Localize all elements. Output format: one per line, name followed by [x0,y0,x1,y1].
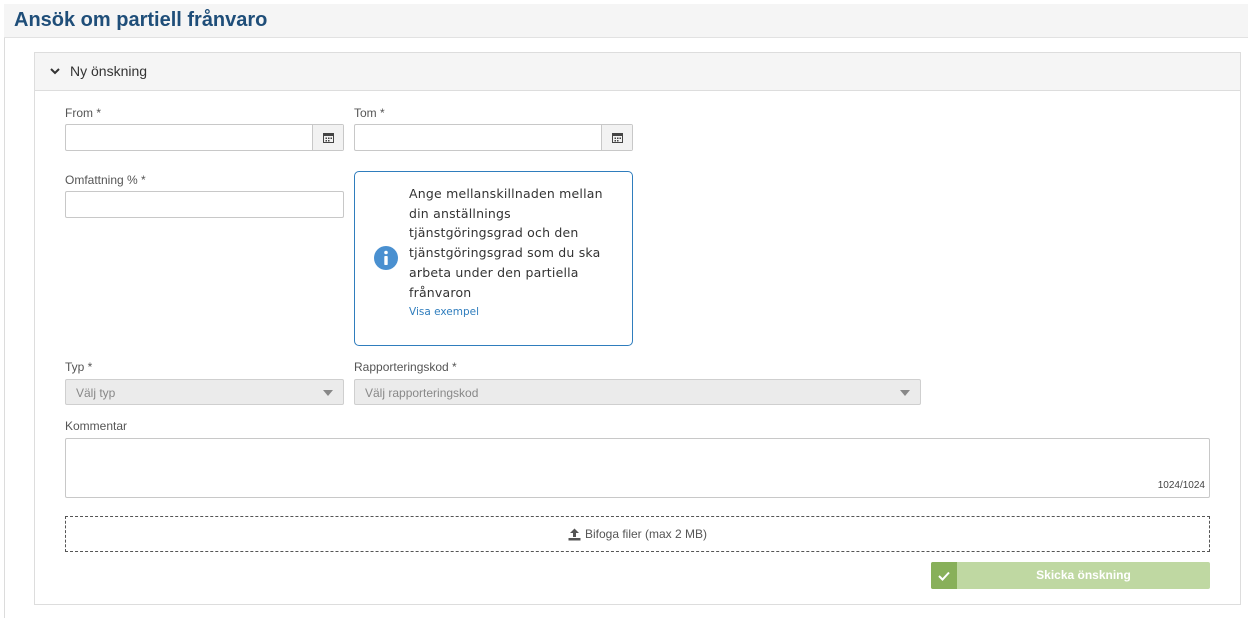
page-header: Ansök om partiell frånvaro [4,4,1248,38]
panel-title: Ny önskning [70,63,148,79]
tom-date-field [354,124,633,151]
page-title: Ansök om partiell frånvaro [14,9,268,31]
caret-down-icon [900,390,910,396]
from-label: From * [65,106,101,120]
typ-select-placeholder: Välj typ [76,386,116,400]
info-icon [374,246,398,270]
attach-files-dropzone[interactable]: Bifoga filer (max 2 MB) [65,516,1210,552]
upload-icon [568,528,581,540]
rapporteringskod-select[interactable]: Välj rapporteringskod [354,379,921,405]
info-box: Ange mellanskillnaden mellan din anställ… [354,171,633,346]
tom-calendar-button[interactable] [601,125,632,150]
attach-files-label: Bifoga filer (max 2 MB) [584,527,708,541]
info-text: Ange mellanskillnaden mellan din anställ… [409,186,603,300]
from-calendar-button[interactable] [312,125,343,150]
calendar-icon [611,133,623,143]
checkmark-icon [931,562,957,589]
rapporteringskod-label: Rapporteringskod * [354,360,457,374]
submit-request-button[interactable]: Skicka önskning [931,562,1210,589]
show-example-link[interactable]: Visa exempel [409,306,479,318]
from-date-input[interactable] [66,125,343,150]
from-date-field [65,124,344,151]
omfattning-input[interactable] [66,192,343,217]
chevron-down-icon [50,68,60,75]
kommentar-textarea[interactable] [66,439,1209,497]
kommentar-label: Kommentar [65,419,128,433]
submit-request-label: Skicka önskning [1036,568,1131,582]
calendar-icon [322,133,334,143]
tom-label: Tom * [354,106,385,120]
rapporteringskod-select-placeholder: Välj rapporteringskod [365,386,479,400]
typ-label: Typ * [65,360,93,374]
omfattning-label: Omfattning % * [65,173,146,187]
typ-select[interactable]: Välj typ [65,379,344,405]
tom-date-input[interactable] [355,125,632,150]
character-counter: 1024/1024 [1157,480,1205,491]
caret-down-icon [323,390,333,396]
kommentar-field: 1024/1024 [65,438,1210,498]
omfattning-field [65,191,344,218]
panel-header-toggle[interactable]: Ny önskning [35,53,1240,91]
